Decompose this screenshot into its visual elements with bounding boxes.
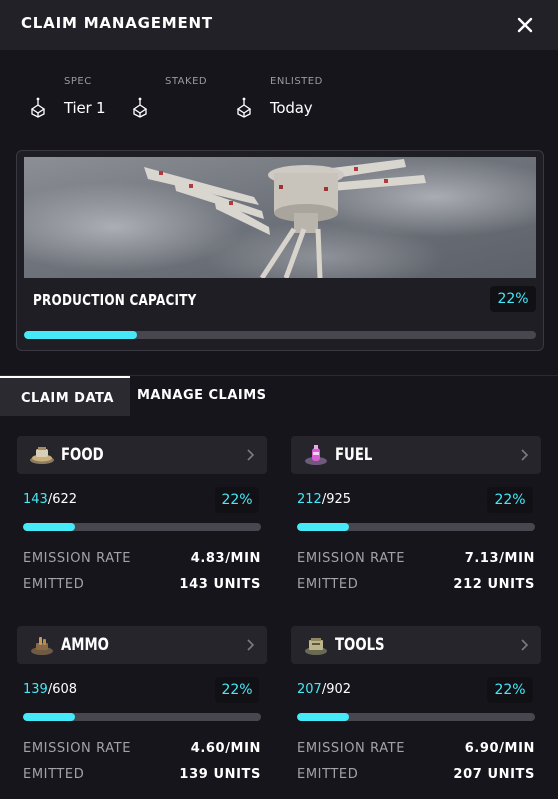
- tools-emission-value: 6.90/MIN: [464, 741, 535, 756]
- food-emission-value: 4.83/MIN: [190, 551, 261, 566]
- production-progress-bar: [24, 331, 536, 339]
- fuel-progress-fill: [297, 523, 350, 531]
- fuel-current: 212: [297, 492, 322, 507]
- tools-percent-badge: 22%: [487, 677, 533, 703]
- fuel-header-button[interactable]: FUEL: [291, 436, 541, 474]
- fuel-count: 212/925: [297, 492, 351, 507]
- food-progress-fill: [23, 523, 76, 531]
- enlisted-value: Today: [270, 99, 313, 117]
- resource-card-tools: TOOLS 207/902 22% EMISSION RATE 6.90/MIN…: [291, 626, 543, 786]
- production-percent-badge: 22%: [490, 286, 536, 312]
- chevron-right-icon: [247, 449, 255, 461]
- tools-icon: [305, 638, 327, 655]
- resource-card-fuel: FUEL 212/925 22% EMISSION RATE 7.13/MIN …: [291, 436, 543, 596]
- food-count: 143/622: [23, 492, 77, 507]
- food-emitted-label: EMITTED: [23, 577, 85, 592]
- ammo-name: AMMO: [61, 635, 109, 655]
- enlisted-label: ENLISTED: [270, 76, 323, 87]
- staked-label: STAKED: [165, 76, 208, 87]
- fuel-emitted-label: EMITTED: [297, 577, 359, 592]
- ammo-total: /608: [47, 682, 78, 697]
- tab-bar: CLAIM DATA MANAGE CLAIMS: [0, 375, 558, 416]
- tools-count: 207/902: [297, 682, 351, 697]
- tools-name: TOOLS: [335, 635, 385, 655]
- ammo-emitted-label: EMITTED: [23, 767, 85, 782]
- enlisted-icon: [236, 97, 252, 118]
- tools-header-button[interactable]: TOOLS: [291, 626, 541, 664]
- fuel-total: /925: [321, 492, 352, 507]
- tab-manage-claims[interactable]: MANAGE CLAIMS: [130, 376, 270, 416]
- tools-emitted-value: 207 UNITS: [453, 767, 535, 782]
- tools-current: 207: [297, 682, 322, 697]
- chevron-right-icon: [247, 639, 255, 651]
- claim-image: [24, 157, 536, 278]
- food-total: /622: [47, 492, 78, 507]
- chevron-right-icon: [521, 449, 529, 461]
- food-name: FOOD: [61, 445, 104, 465]
- tools-total: /902: [321, 682, 352, 697]
- fuel-emission-label: EMISSION RATE: [297, 551, 406, 566]
- chevron-right-icon: [521, 639, 529, 651]
- tools-emitted-label: EMITTED: [297, 767, 359, 782]
- ammo-icon: [31, 637, 53, 655]
- ammo-progress-fill: [23, 713, 76, 721]
- ammo-current: 139: [23, 682, 48, 697]
- ammo-emission-label: EMISSION RATE: [23, 741, 132, 756]
- ammo-header-button[interactable]: AMMO: [17, 626, 267, 664]
- tools-progress-fill: [297, 713, 350, 721]
- spec-label: SPEC: [64, 76, 92, 87]
- staked-icon: [132, 97, 148, 118]
- food-icon: [30, 447, 54, 464]
- fuel-emission-value: 7.13/MIN: [464, 551, 535, 566]
- ammo-count: 139/608: [23, 682, 77, 697]
- production-capacity-label: PRODUCTION CAPACITY: [33, 291, 197, 309]
- fuel-progress-bar: [297, 523, 535, 531]
- food-current: 143: [23, 492, 48, 507]
- ammo-progress-bar: [23, 713, 261, 721]
- ammo-emitted-value: 139 UNITS: [179, 767, 261, 782]
- fuel-percent-badge: 22%: [487, 487, 533, 513]
- fuel-name: FUEL: [335, 445, 373, 465]
- page-title: CLAIM MANAGEMENT: [21, 14, 213, 32]
- close-icon[interactable]: [512, 12, 538, 38]
- production-progress-fill: [24, 331, 137, 339]
- food-emitted-value: 143 UNITS: [179, 577, 261, 592]
- fuel-icon: [305, 445, 327, 465]
- resource-card-food: FOOD 143/622 22% EMISSION RATE 4.83/MIN …: [17, 436, 269, 596]
- tab-claim-data-label: CLAIM DATA: [21, 391, 114, 406]
- tab-manage-claims-label: MANAGE CLAIMS: [137, 388, 267, 403]
- ammo-emission-value: 4.60/MIN: [190, 741, 261, 756]
- ammo-percent-badge: 22%: [215, 677, 259, 703]
- spec-icon: [30, 97, 46, 118]
- resource-card-ammo: AMMO 139/608 22% EMISSION RATE 4.60/MIN …: [17, 626, 269, 786]
- tab-claim-data[interactable]: CLAIM DATA: [0, 376, 130, 416]
- spec-value: Tier 1: [64, 99, 106, 117]
- tools-emission-label: EMISSION RATE: [297, 741, 406, 756]
- food-percent-badge: 22%: [215, 487, 259, 513]
- food-progress-bar: [23, 523, 261, 531]
- food-header-button[interactable]: FOOD: [17, 436, 267, 474]
- food-emission-label: EMISSION RATE: [23, 551, 132, 566]
- header-bar: CLAIM MANAGEMENT: [0, 0, 558, 50]
- fuel-emitted-value: 212 UNITS: [453, 577, 535, 592]
- tools-progress-bar: [297, 713, 535, 721]
- production-capacity-panel: PRODUCTION CAPACITY 22%: [16, 150, 544, 351]
